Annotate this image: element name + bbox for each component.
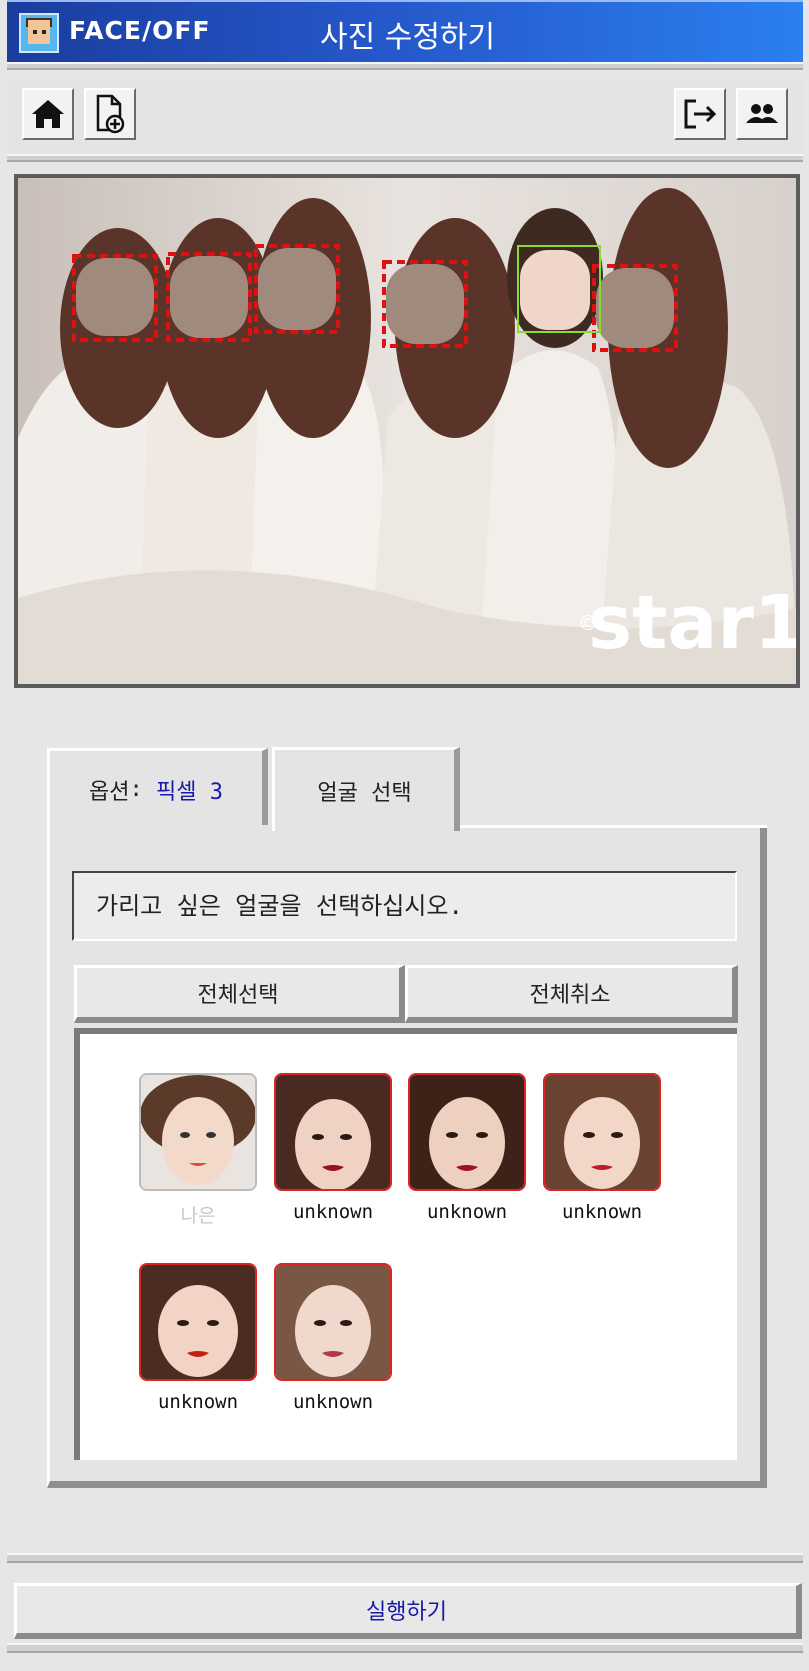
add-photo-button[interactable] xyxy=(84,88,136,140)
face-thumbnail xyxy=(408,1073,526,1191)
toolbar-top-divider xyxy=(7,62,803,70)
face-thumbnail xyxy=(274,1073,392,1191)
tab-options-label: 옵션 xyxy=(89,779,130,805)
instruction-box: 가리고 싶은 얼굴을 선택하십시오. xyxy=(72,871,737,941)
home-icon xyxy=(32,100,64,128)
face-card-unknown[interactable]: unknown xyxy=(138,1263,258,1413)
group-photo: © star1 xyxy=(18,178,796,684)
logout-button[interactable] xyxy=(674,88,726,140)
face-card-unknown[interactable]: unknown xyxy=(542,1073,662,1223)
face-label: unknown xyxy=(561,1201,643,1223)
face-thumbnail xyxy=(274,1263,392,1381)
toolbar-bottom-divider xyxy=(7,154,803,162)
face-thumbnail xyxy=(543,1073,661,1191)
face-card-unknown[interactable]: unknown xyxy=(407,1073,527,1223)
face-card-unknown[interactable]: unknown xyxy=(273,1073,393,1223)
tab-options-sep: : xyxy=(129,777,156,802)
face-label: unknown xyxy=(426,1201,508,1223)
tab-face-select-label: 얼굴 선택 xyxy=(317,780,412,806)
add-file-icon xyxy=(96,94,125,134)
face-label: 나은 xyxy=(180,1205,216,1227)
title-bar: FACE/OFF 사진 수정하기 xyxy=(7,0,803,62)
face-card-me[interactable]: 나은 xyxy=(138,1073,258,1228)
users-button[interactable] xyxy=(736,88,788,140)
app-name: FACE/OFF xyxy=(69,16,211,45)
select-all-button[interactable]: 전체선택 xyxy=(74,965,405,1023)
face-thumbnail xyxy=(139,1263,257,1381)
logout-icon xyxy=(684,99,717,129)
app-logo-icon xyxy=(19,13,59,53)
page-title: 사진 수정하기 xyxy=(320,20,496,55)
home-button[interactable] xyxy=(22,88,74,140)
photo-preview: © star1 xyxy=(14,174,800,688)
tab-face-select[interactable]: 얼굴 선택 xyxy=(272,747,460,831)
tab-options[interactable]: 옵션 : 픽셀 3 xyxy=(47,748,268,828)
select-all-label: 전체선택 xyxy=(197,982,279,1008)
run-button[interactable]: 실행하기 xyxy=(14,1583,802,1639)
run-top-divider xyxy=(7,1553,803,1563)
watermark-star1: star1 xyxy=(588,580,796,666)
panel-top-edge xyxy=(450,825,767,828)
face-thumbnail xyxy=(139,1073,257,1191)
face-card-unknown[interactable]: unknown xyxy=(273,1263,393,1413)
users-icon xyxy=(746,104,778,123)
instruction-text: 가리고 싶은 얼굴을 선택하십시오. xyxy=(96,892,463,920)
face-label: unknown xyxy=(157,1391,239,1413)
run-button-label: 실행하기 xyxy=(366,1599,447,1625)
deselect-all-label: 전체취소 xyxy=(529,982,611,1008)
face-label: unknown xyxy=(292,1201,374,1223)
pixel-option-value: 픽셀 3 xyxy=(156,779,223,805)
run-bottom-divider xyxy=(7,1643,803,1653)
face-list: 나은 unknown unknown unknown unknown unkno… xyxy=(74,1028,737,1460)
deselect-all-button[interactable]: 전체취소 xyxy=(405,965,738,1023)
face-label: unknown xyxy=(292,1391,374,1413)
